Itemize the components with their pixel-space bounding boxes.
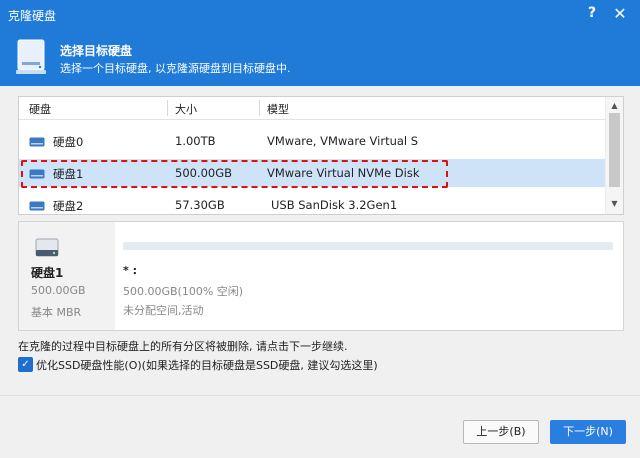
table-row[interactable]: 硬盘2 57.30GB USB SanDisk 3.2Gen1 (19, 191, 605, 214)
scroll-down-icon[interactable]: ▼ (610, 199, 619, 208)
disk-size-cell: 57.30GB (175, 198, 225, 212)
disk-icon (29, 201, 45, 211)
window-title: 克隆硬盘 (8, 9, 57, 23)
vertical-scrollbar[interactable]: ▲ ▼ (605, 97, 623, 214)
disk-icon (29, 137, 45, 147)
column-divider[interactable] (259, 100, 260, 116)
scroll-up-icon[interactable]: ▲ (610, 101, 619, 110)
disk-model-cell: VMware, VMware Virtual S (267, 134, 419, 148)
next-button[interactable]: 下一步(N) (550, 420, 626, 444)
disk-size-cell: 1.00TB (175, 134, 216, 148)
help-icon[interactable]: ? (584, 5, 600, 23)
detail-disk-type: 基本 MBR (31, 306, 82, 319)
scrollbar-thumb[interactable] (609, 113, 620, 187)
ssd-optimize-checkbox[interactable]: ✓ (18, 357, 33, 372)
selection-highlight-frame (21, 160, 448, 188)
detail-disk-size: 500.00GB (31, 284, 86, 297)
disk-detail-panel: 硬盘1 500.00GB 基本 MBR * : 500.00GB(100% 空闲… (18, 221, 624, 331)
disk-name-cell: 硬盘0 (53, 135, 84, 149)
column-divider[interactable] (167, 100, 168, 116)
disk-model-cell: USB SanDisk 3.2Gen1 (271, 198, 398, 212)
footer: 上一步(B) 下一步(N) (0, 395, 640, 458)
partition-bar[interactable] (123, 242, 613, 250)
disk-name-cell: 硬盘2 (53, 199, 84, 213)
disk-icon (35, 238, 59, 257)
warning-text: 在克隆的过程中目标硬盘上的所有分区将被删除, 请点击下一步继续. (18, 340, 348, 353)
disk-summary: 硬盘1 500.00GB 基本 MBR (19, 222, 115, 330)
partition-label: * : (123, 264, 137, 277)
table-row[interactable]: 硬盘0 1.00TB VMware, VMware Virtual S (19, 127, 605, 155)
partition-info: 500.00GB(100% 空闲) (123, 285, 244, 298)
disk-table[interactable]: 硬盘 大小 模型 硬盘0 1.00TB VMware, VMware Virtu… (18, 96, 624, 215)
column-header-model[interactable]: 模型 (267, 101, 289, 117)
disk-header-icon (16, 39, 46, 74)
ssd-optimize-label[interactable]: 优化SSD硬盘性能(O)(如果选择的目标硬盘是SSD硬盘, 建议勾选这里) (36, 357, 378, 373)
wizard-header: 选择目标硬盘 选择一个目标硬盘, 以克隆源硬盘到目标硬盘中. (0, 30, 640, 86)
detail-disk-name: 硬盘1 (31, 266, 64, 280)
table-header: 硬盘 大小 模型 (19, 97, 623, 120)
column-header-disk[interactable]: 硬盘 (29, 101, 51, 117)
close-icon[interactable]: ✕ (611, 4, 629, 24)
partition-status: 未分配空间,活动 (123, 304, 204, 317)
back-button[interactable]: 上一步(B) (463, 420, 539, 444)
header-subtitle: 选择一个目标硬盘, 以克隆源硬盘到目标硬盘中. (60, 62, 291, 75)
column-header-size[interactable]: 大小 (175, 101, 197, 117)
title-bar: 克隆硬盘 ? ✕ (0, 0, 640, 30)
header-title: 选择目标硬盘 (60, 44, 133, 58)
